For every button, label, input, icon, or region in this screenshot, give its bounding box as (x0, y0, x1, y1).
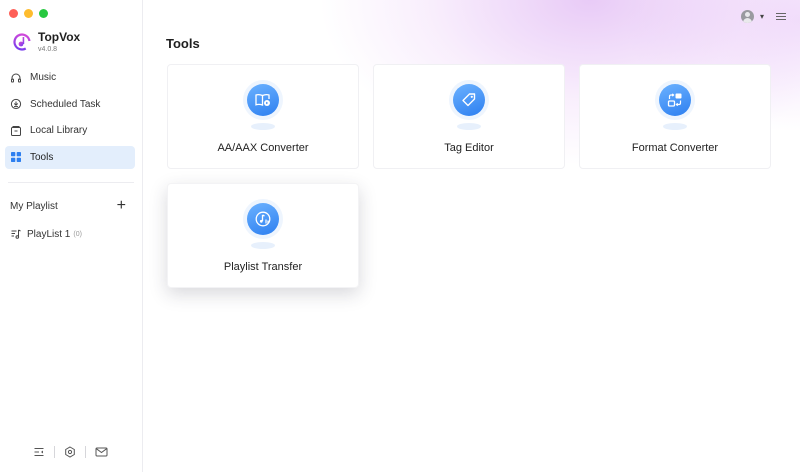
playlist-header-label: My Playlist (10, 200, 58, 212)
tool-card-label: Tag Editor (444, 142, 494, 154)
tag-icon (453, 84, 485, 116)
sidebar-nav: Music Scheduled Task Local Library Tools (5, 66, 135, 172)
tool-card-label: Format Converter (631, 142, 719, 154)
library-icon (10, 125, 22, 137)
tool-card-format-converter[interactable]: Format Converter (579, 64, 771, 169)
playlist-count: (0) (73, 230, 82, 238)
close-window-button[interactable] (9, 9, 18, 18)
sidebar-item-label: Tools (30, 151, 54, 163)
bottom-separator (85, 446, 86, 458)
sidebar-item-label: Music (30, 72, 57, 83)
page-title: Tools (166, 36, 200, 51)
clock-download-icon (10, 98, 22, 110)
settings-icon[interactable] (63, 445, 77, 459)
app-window: TopVox v4.0.8 Music Scheduled Task Local… (0, 0, 800, 472)
app-name: TopVox (38, 30, 81, 44)
sidebar-item-tools[interactable]: Tools (5, 145, 135, 169)
plus-icon[interactable]: + (117, 198, 126, 214)
audiobook-icon (247, 84, 279, 116)
sidebar-item-label: Scheduled Task (30, 98, 101, 110)
tool-card-label: Playlist Transfer (223, 261, 303, 273)
bottom-separator (54, 446, 55, 458)
zoom-window-button[interactable] (39, 9, 48, 18)
tool-icon-wrapper (243, 199, 283, 239)
app-logo-icon (13, 33, 31, 51)
sidebar-item-music[interactable]: Music (5, 66, 135, 89)
sidebar-item-local-library[interactable]: Local Library (5, 119, 135, 142)
grid-icon (10, 151, 22, 163)
headphones-icon (10, 72, 22, 84)
top-right-controls: ▾ (740, 10, 786, 23)
playlist-header: My Playlist + (10, 198, 126, 214)
icon-reflection (457, 123, 481, 130)
user-avatar-icon[interactable] (740, 10, 754, 23)
tool-icon-wrapper (655, 80, 695, 120)
icon-reflection (663, 123, 687, 130)
sidebar-divider (8, 182, 134, 183)
tool-icon-wrapper (243, 80, 283, 120)
format-convert-icon (659, 84, 691, 116)
mail-icon[interactable] (94, 445, 108, 459)
icon-reflection (251, 242, 275, 249)
sidebar-bottom-bar (32, 445, 108, 459)
hamburger-menu-icon[interactable] (776, 13, 786, 20)
sidebar-item-label: Local Library (30, 125, 88, 137)
tool-icon-wrapper (449, 80, 489, 120)
window-controls (9, 9, 48, 18)
chevron-down-icon[interactable]: ▾ (760, 12, 764, 21)
playlist-transfer-icon (247, 203, 279, 235)
collapse-sidebar-icon[interactable] (32, 445, 46, 459)
minimize-window-button[interactable] (24, 9, 33, 18)
icon-reflection (251, 123, 275, 130)
app-version: v4.0.8 (38, 46, 58, 53)
playlist-item[interactable]: PlayList 1 (0) (10, 228, 82, 240)
music-list-icon (10, 228, 22, 240)
sidebar: TopVox v4.0.8 Music Scheduled Task Local… (0, 0, 143, 472)
tool-card-playlist-transfer[interactable]: Playlist Transfer (167, 183, 359, 288)
brand: TopVox v4.0.8 (12, 30, 80, 55)
sidebar-item-scheduled-task[interactable]: Scheduled Task (5, 93, 135, 116)
tool-card-tag-editor[interactable]: Tag Editor (373, 64, 565, 169)
tool-card-aa-aax-converter[interactable]: AA/AAX Converter (167, 64, 359, 169)
tool-card-label: AA/AAX Converter (217, 142, 309, 154)
playlist-name: PlayList 1 (27, 228, 71, 240)
